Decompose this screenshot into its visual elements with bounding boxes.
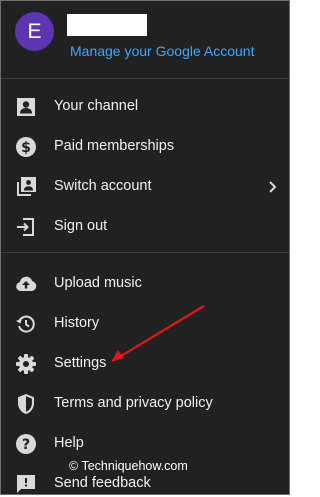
menu-item-label: History	[54, 315, 100, 331]
divider	[1, 78, 289, 79]
account-header: E Manage your Google Account	[1, 1, 289, 77]
manage-google-account-link[interactable]: Manage your Google Account	[70, 43, 254, 59]
switch-account-icon	[14, 175, 38, 199]
menu-item-label: Your channel	[54, 98, 139, 114]
cloud-upload-icon	[14, 272, 38, 296]
menu-item-label: Terms and privacy policy	[54, 395, 213, 411]
gear-icon	[14, 352, 38, 376]
help-icon: ?	[14, 432, 38, 456]
person-box-icon	[14, 95, 38, 119]
menu-item-label: Upload music	[54, 275, 142, 291]
divider	[1, 252, 289, 253]
sign-out-icon	[14, 215, 38, 239]
menu-item-your-channel[interactable]: Your channel	[1, 87, 289, 127]
menu-item-upload-music[interactable]: Upload music	[1, 264, 289, 304]
dollar-icon: $	[14, 135, 38, 159]
menu-item-label: Settings	[54, 355, 107, 371]
feedback-icon	[14, 472, 38, 494]
svg-text:?: ?	[22, 437, 30, 453]
history-icon	[14, 312, 38, 336]
svg-text:$: $	[21, 140, 31, 156]
shield-icon	[14, 392, 38, 416]
chevron-right-icon	[263, 178, 281, 196]
menu-item-switch-account[interactable]: Switch account	[1, 167, 289, 207]
watermark: © Techniquehow.com	[69, 459, 188, 473]
avatar[interactable]: E	[15, 12, 54, 51]
account-name-redacted	[67, 14, 147, 36]
menu-item-paid-memberships[interactable]: $ Paid memberships	[1, 127, 289, 167]
menu-item-label: Paid memberships	[54, 138, 175, 154]
menu-item-label: Help	[54, 435, 84, 451]
menu-item-label: Switch account	[54, 178, 152, 194]
menu-item-terms-and-privacy[interactable]: Terms and privacy policy	[1, 384, 289, 424]
menu-item-sign-out[interactable]: Sign out	[1, 207, 289, 247]
menu-item-settings[interactable]: Settings	[1, 344, 289, 384]
account-menu: E Manage your Google Account Your channe…	[0, 0, 290, 495]
menu-item-label: Send feedback	[54, 475, 151, 491]
menu-item-help[interactable]: ? Help	[1, 424, 289, 464]
menu-item-history[interactable]: History	[1, 304, 289, 344]
menu-item-label: Sign out	[54, 218, 108, 234]
